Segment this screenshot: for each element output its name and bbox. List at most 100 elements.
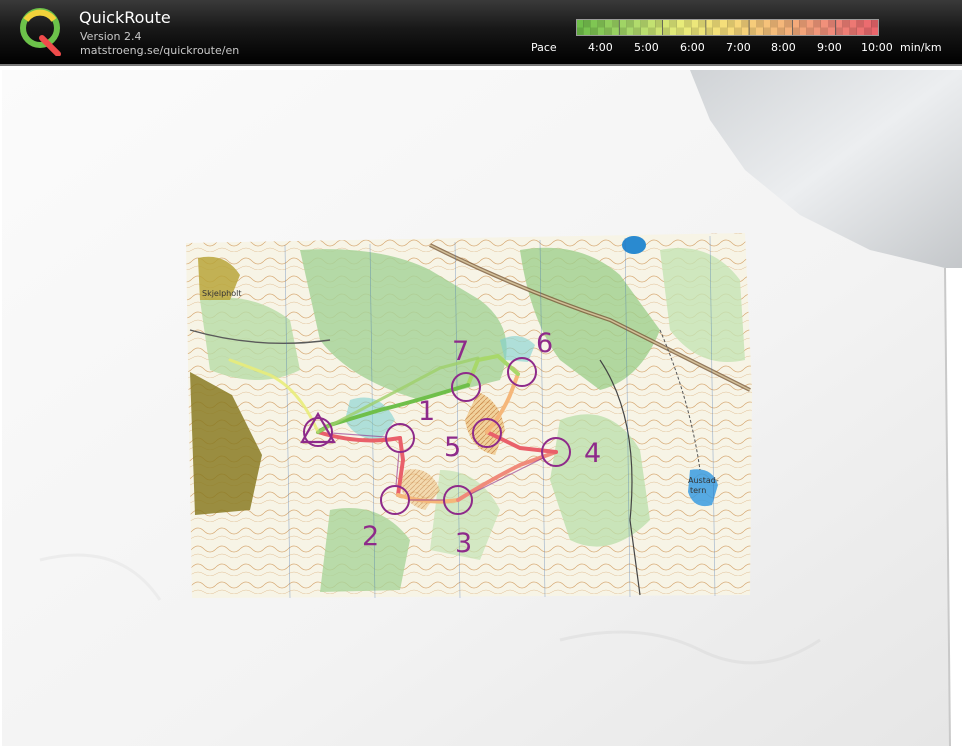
pace-tick-label: 6:00 <box>680 41 705 54</box>
pace-scale-cell <box>619 19 627 28</box>
pace-scale-cell <box>698 27 706 36</box>
control-number-label: 5 <box>444 432 461 463</box>
pace-scale-cell <box>856 19 864 28</box>
pace-scale-cell <box>748 19 756 28</box>
map-view[interactable]: 1 2 3 4 5 6 7 Skjelpholt Austad- tern <box>0 66 962 746</box>
pace-scale-cell <box>705 19 713 28</box>
pace-scale-cell <box>792 27 800 36</box>
control-number-label: 4 <box>584 438 601 469</box>
pace-scale-cell <box>784 27 792 36</box>
pace-scale-cell <box>576 27 584 36</box>
pace-tick-label: 5:00 <box>634 41 659 54</box>
app-title: QuickRoute <box>79 8 171 27</box>
pace-scale-cell <box>842 27 850 36</box>
pace-scale-cell <box>820 27 828 36</box>
pace-scale-cell <box>784 19 792 28</box>
pace-tick-label: 9:00 <box>817 41 842 54</box>
pace-scale-cell <box>604 27 612 36</box>
pace-scale-cell <box>770 27 778 36</box>
pace-scale-cell <box>871 19 879 28</box>
pace-scale-cell <box>633 19 641 28</box>
pace-scale-cell <box>756 27 764 36</box>
pace-scale-cell <box>756 19 764 28</box>
quickroute-logo-icon <box>20 8 61 56</box>
map-canvas[interactable]: 1 2 3 4 5 6 7 Skjelpholt Austad- tern <box>0 66 962 746</box>
pace-scale-cell <box>806 27 814 36</box>
pace-scale-cell <box>748 27 756 36</box>
pace-scale-cell <box>669 19 677 28</box>
pace-label: Pace <box>531 41 557 54</box>
pace-scale-cell <box>612 19 620 28</box>
pace-scale-cell <box>842 19 850 28</box>
pace-scale-cell <box>741 19 749 28</box>
pace-scale-cell <box>655 27 663 36</box>
pace-scale-cell <box>828 27 836 36</box>
place-label: Skjelpholt <box>202 289 241 298</box>
pace-scale-cell <box>676 19 684 28</box>
pace-scale-cell <box>741 27 749 36</box>
pace-scale-cell <box>763 27 771 36</box>
pace-color-scale <box>576 19 879 36</box>
pace-scale-cell <box>799 27 807 36</box>
pace-scale-cell <box>712 27 720 36</box>
pace-scale-cell <box>684 27 692 36</box>
pace-scale-cell <box>604 19 612 28</box>
pace-scale-cell <box>662 19 670 28</box>
control-number-label: 3 <box>455 528 472 559</box>
pace-scale-cell <box>727 19 735 28</box>
pace-scale-cell <box>648 19 656 28</box>
pace-scale-cell <box>799 19 807 28</box>
pace-scale-cell <box>835 19 843 28</box>
pace-scale-cell <box>864 27 872 36</box>
pace-scale-cell <box>640 19 648 28</box>
pace-scale-cell <box>640 27 648 36</box>
pace-scale-cell <box>626 27 634 36</box>
pace-scale-cell <box>806 19 814 28</box>
pace-scale-cell <box>655 19 663 28</box>
pace-scale-cell <box>662 27 670 36</box>
pace-tick-label: 8:00 <box>771 41 796 54</box>
pace-scale-cell <box>864 19 872 28</box>
pace-scale-cell <box>712 19 720 28</box>
pace-scale-cell <box>648 27 656 36</box>
pace-scale-cell <box>590 27 598 36</box>
pace-scale-cell <box>835 27 843 36</box>
pace-scale-cell <box>676 27 684 36</box>
pace-scale-cell <box>820 19 828 28</box>
pace-scale-cell <box>813 27 821 36</box>
app-url[interactable]: matstroeng.se/quickroute/en <box>80 44 239 57</box>
pace-scale-cell <box>583 27 591 36</box>
pace-scale-cell <box>633 27 641 36</box>
pace-scale-cell <box>691 27 699 36</box>
pace-scale-cell <box>734 27 742 36</box>
pace-scale-cell <box>720 19 728 28</box>
pace-scale-cell <box>590 19 598 28</box>
pace-scale-cell <box>871 27 879 36</box>
pace-tick-label: 7:00 <box>726 41 751 54</box>
pace-scale-cell <box>813 19 821 28</box>
pace-scale-cell <box>597 27 605 36</box>
pace-tick-label: 4:00 <box>588 41 613 54</box>
place-label: tern <box>690 486 706 495</box>
pace-scale-cell <box>612 27 620 36</box>
control-number-label: 1 <box>418 396 435 427</box>
pace-scale-cell <box>626 19 634 28</box>
pace-scale-cell <box>597 19 605 28</box>
app-version: Version 2.4 <box>80 30 142 43</box>
app-header: QuickRoute Version 2.4 matstroeng.se/qui… <box>0 0 962 66</box>
pace-scale-cell <box>669 27 677 36</box>
place-label: Austad- <box>688 476 719 485</box>
pace-scale-cell <box>619 27 627 36</box>
pace-scale-cell <box>727 27 735 36</box>
pace-scale-cell <box>576 19 584 28</box>
pace-scale-cell <box>583 19 591 28</box>
pace-tick-label: 10:00 <box>861 41 893 54</box>
pace-scale-cell <box>720 27 728 36</box>
pace-scale-cell <box>777 27 785 36</box>
pace-scale-cell <box>777 19 785 28</box>
pace-scale-cell <box>734 19 742 28</box>
control-number-label: 2 <box>362 521 379 552</box>
pace-scale-cell <box>856 27 864 36</box>
pace-scale-cell <box>770 19 778 28</box>
pace-scale-cell <box>849 27 857 36</box>
